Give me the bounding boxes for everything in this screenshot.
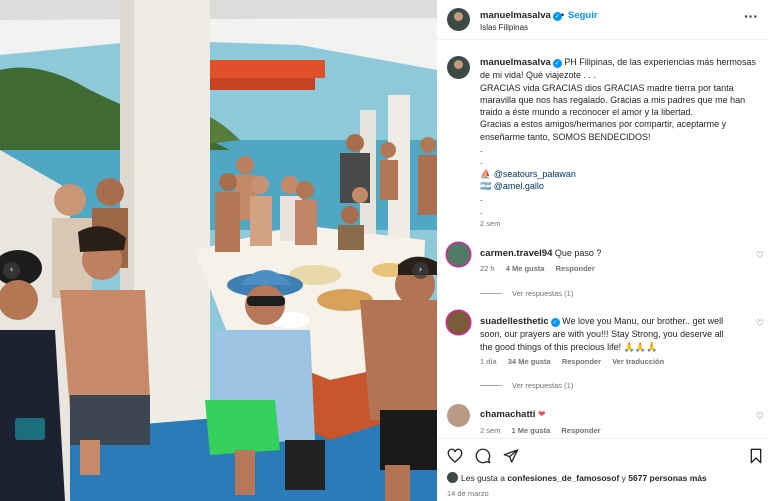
flag-emoji-icon: 🇦🇷 bbox=[480, 180, 492, 191]
comment-likes[interactable]: 34 Me gusta bbox=[508, 357, 551, 366]
comment-icon[interactable] bbox=[475, 448, 491, 464]
translate-button[interactable]: Ver traducción bbox=[612, 357, 664, 366]
boat-emoji-icon: ⛵ bbox=[480, 168, 492, 179]
previous-photo-button[interactable]: ‹ bbox=[3, 262, 20, 279]
comment-meta: 22 h 4 Me gusta Responder bbox=[480, 264, 604, 273]
commenter-avatar[interactable] bbox=[447, 311, 470, 334]
red-heart-emoji: ❤ bbox=[537, 410, 546, 420]
caption-line: enseñarme tanto, SOMOS BENDECIDOS! bbox=[480, 131, 651, 142]
likes-connector: y bbox=[621, 473, 626, 483]
verified-badge-icon: ✓ bbox=[552, 59, 562, 68]
caption-dot: . bbox=[480, 193, 483, 204]
post-caption: manuelmasalva ✓ PH Filipinas, de las expe… bbox=[480, 56, 762, 229]
author-avatar[interactable] bbox=[447, 8, 470, 31]
view-replies-button[interactable]: Ver respuestas (1) bbox=[480, 381, 573, 390]
post-header: manuelmasalva ✓ • Seguir Islas Filipinas … bbox=[437, 0, 768, 40]
commenter-username[interactable]: suadellesthetic ✓ bbox=[480, 316, 560, 327]
liker-avatar bbox=[447, 472, 458, 483]
comment-line: We love you Manu, our brother.. get well bbox=[562, 316, 724, 326]
header-separator: • bbox=[561, 10, 565, 20]
likes-summary[interactable]: Les gusta a confesiones_de_famososof y 5… bbox=[447, 472, 707, 483]
replies-divider bbox=[480, 385, 502, 386]
commenter-username[interactable]: chamachatti bbox=[480, 409, 535, 420]
author-username[interactable]: manuelmasalva ✓ bbox=[480, 10, 562, 21]
caption-username[interactable]: manuelmasalva ✓ bbox=[480, 57, 562, 68]
comment-like-heart-icon[interactable]: ♡ bbox=[756, 251, 764, 261]
comment-like-heart-icon[interactable]: ♡ bbox=[756, 412, 764, 422]
post-side-panel: manuelmasalva ✓ • Seguir Islas Filipinas … bbox=[437, 0, 768, 501]
comment-text: chamachatti ❤ bbox=[480, 408, 742, 421]
comment-line: Que paso ? bbox=[554, 248, 602, 258]
post-actions-bar bbox=[437, 438, 768, 466]
bookmark-icon[interactable] bbox=[748, 448, 764, 464]
commenter-avatar[interactable] bbox=[447, 243, 470, 266]
send-icon[interactable] bbox=[503, 448, 519, 464]
commenter-avatar[interactable] bbox=[447, 404, 470, 427]
comment-text: carmen.travel94 Que paso ? bbox=[480, 247, 742, 260]
comment-likes[interactable]: 4 Me gusta bbox=[506, 264, 545, 273]
caption-line: Gracias a estos amigos/hermanos por comp… bbox=[480, 119, 727, 130]
comment-time[interactable]: 2 sem bbox=[480, 426, 500, 435]
caption-timestamp[interactable]: 2 sem bbox=[480, 219, 500, 228]
comment-time[interactable]: 22 h bbox=[480, 264, 495, 273]
post-date[interactable]: 14 de marzo bbox=[447, 489, 489, 498]
caption-line: PH Filipinas, de las experiencias más he… bbox=[564, 57, 756, 67]
comment-line: soon, our prayers are with you!!! Stay S… bbox=[480, 329, 724, 340]
commenter-username[interactable]: carmen.travel94 bbox=[480, 248, 552, 259]
view-replies-button[interactable]: Ver respuestas (1) bbox=[480, 289, 573, 298]
more-options-icon[interactable]: ··· bbox=[744, 8, 758, 24]
chevron-right-icon: › bbox=[418, 265, 423, 275]
comment-meta: 2 sem 1 Me gusta Responder bbox=[480, 426, 610, 435]
comment-text: suadellesthetic ✓ We love you Manu, our b… bbox=[480, 315, 742, 353]
post-photo[interactable]: ‹ › bbox=[0, 0, 437, 501]
caption-dot: . bbox=[480, 156, 483, 167]
mention-link[interactable]: @seatours_palawan bbox=[494, 169, 576, 179]
chevron-left-icon: ‹ bbox=[9, 265, 14, 275]
next-photo-button[interactable]: › bbox=[412, 262, 429, 279]
comment-reply-button[interactable]: Responder bbox=[562, 357, 601, 366]
mention-link[interactable]: @amel.gallo bbox=[494, 181, 544, 191]
caption-dot: . bbox=[480, 217, 483, 228]
caption-line: GRACIAS vida GRACIAS dios GRACIAS madre … bbox=[480, 82, 734, 93]
likes-prefix: Les gusta a bbox=[461, 473, 505, 483]
group-photo-illustration bbox=[0, 0, 437, 501]
likes-count[interactable]: 5677 personas más bbox=[628, 473, 706, 483]
comment-reply-button[interactable]: Responder bbox=[556, 264, 595, 273]
comment-time[interactable]: 1 día bbox=[480, 357, 497, 366]
location-link[interactable]: Islas Filipinas bbox=[480, 23, 528, 32]
view-replies-label: Ver respuestas (1) bbox=[512, 381, 574, 390]
comment-meta: 1 día 34 Me gusta Responder Ver traducci… bbox=[480, 357, 673, 366]
comment-likes[interactable]: 1 Me gusta bbox=[512, 426, 551, 435]
caption-author-avatar[interactable] bbox=[447, 56, 470, 79]
heart-icon[interactable] bbox=[447, 448, 463, 464]
comment-like-heart-icon[interactable]: ♡ bbox=[756, 319, 764, 329]
caption-line: de mi vida! Qué viajezote . . . bbox=[480, 70, 597, 81]
caption-line: traido a éste mundo a reconocer el amor … bbox=[480, 107, 694, 118]
replies-divider bbox=[480, 293, 502, 294]
verified-badge-icon: ✓ bbox=[550, 318, 560, 327]
caption-line: maravilla que nos has regalado. Gracias … bbox=[480, 94, 746, 105]
caption-dot: . bbox=[480, 144, 483, 155]
comment-reply-button[interactable]: Responder bbox=[561, 426, 600, 435]
caption-dot: . bbox=[480, 205, 483, 216]
comment-line: the good things of this precious life! 🙏… bbox=[480, 341, 658, 352]
view-replies-label: Ver respuestas (1) bbox=[512, 289, 574, 298]
liker-username[interactable]: confesiones_de_famososof bbox=[507, 473, 619, 483]
follow-button[interactable]: Seguir bbox=[568, 10, 598, 21]
